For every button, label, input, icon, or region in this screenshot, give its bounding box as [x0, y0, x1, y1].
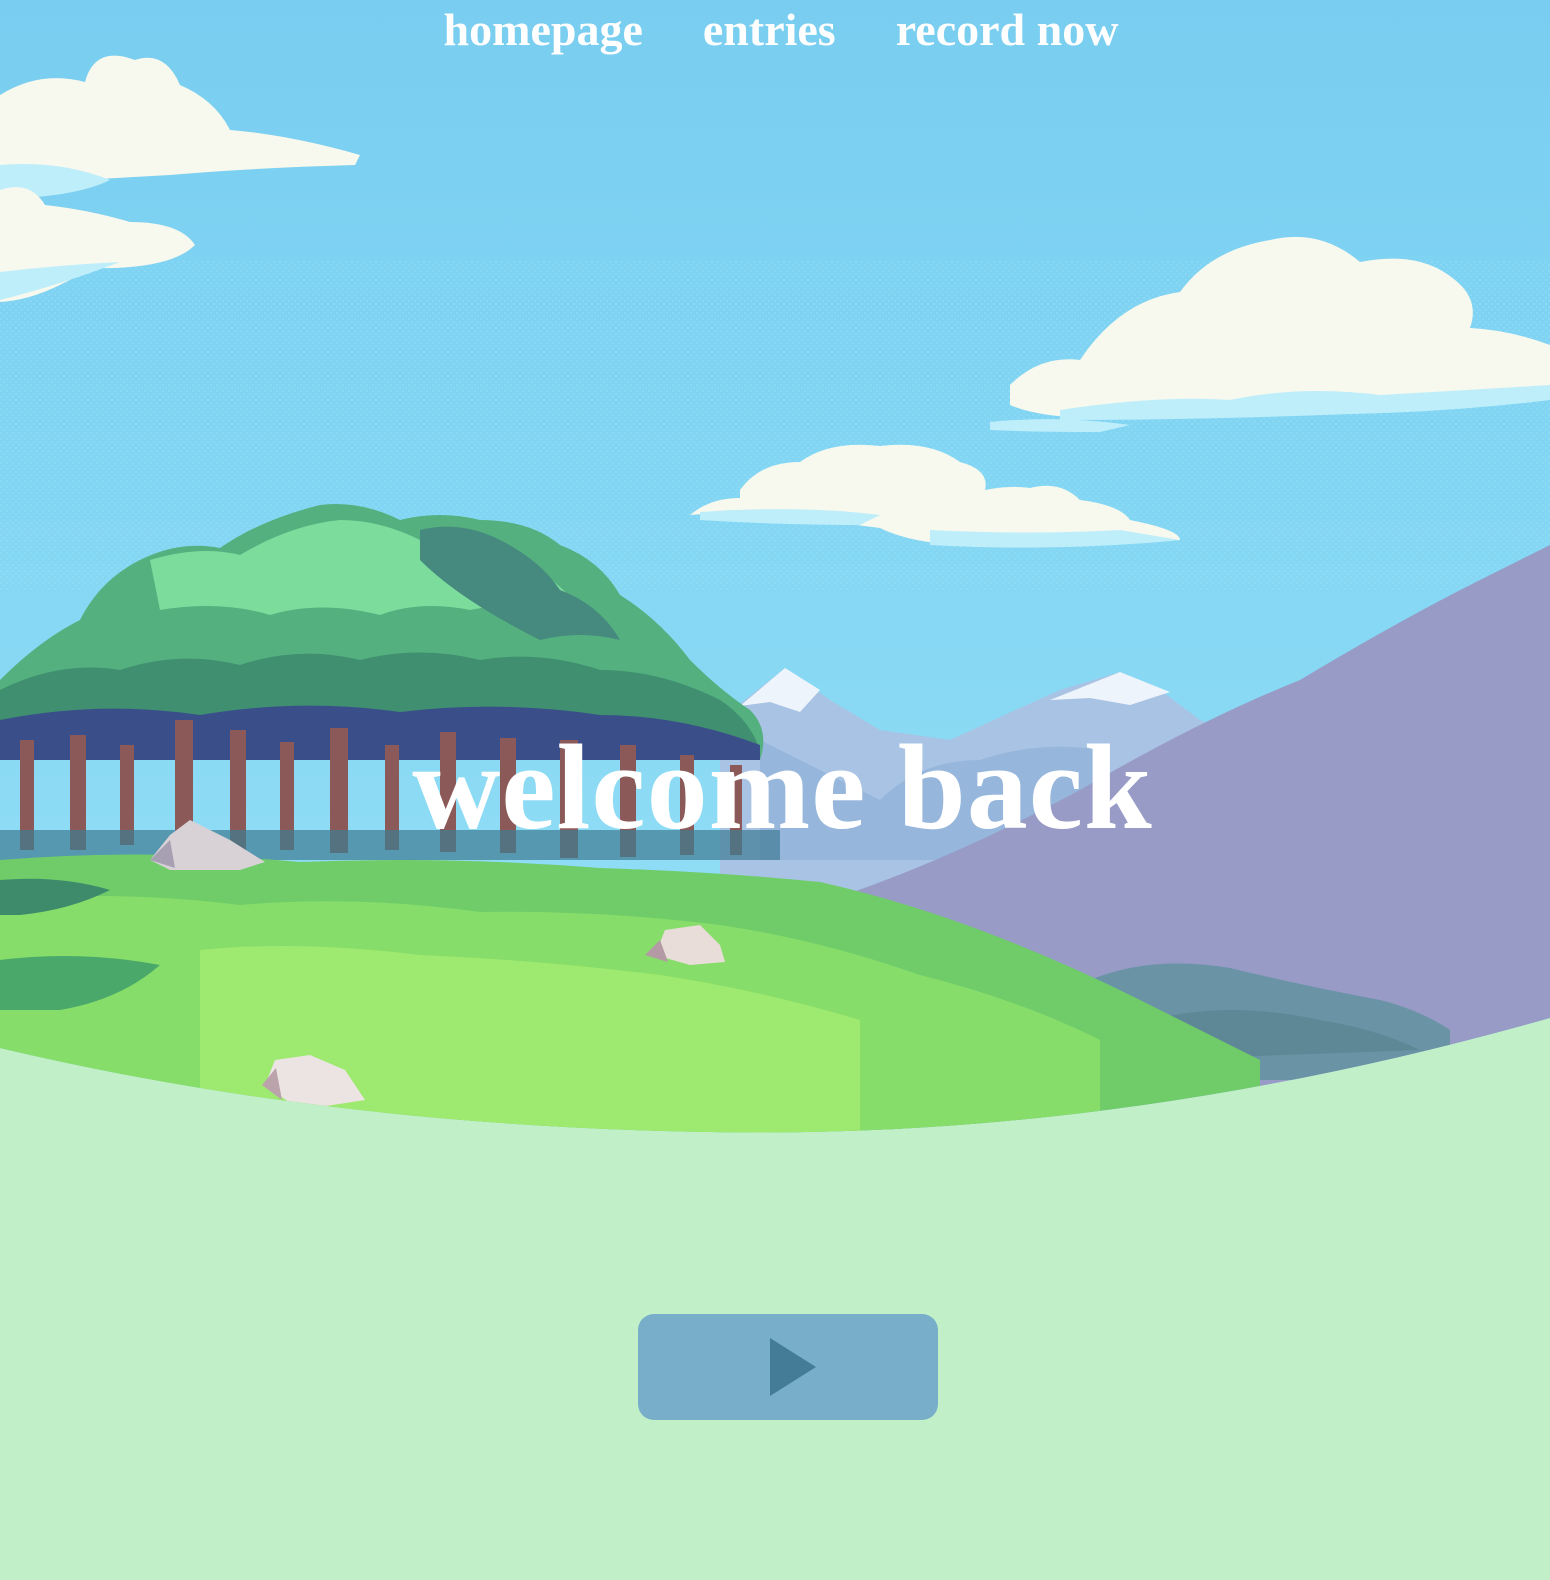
- nav-link-homepage[interactable]: homepage: [444, 0, 643, 60]
- nav-link-entries[interactable]: entries: [703, 0, 836, 60]
- landscape-illustration: [0, 0, 1550, 1133]
- hero-title: welcome back: [412, 720, 1153, 855]
- nav-link-record-now[interactable]: record now: [896, 0, 1119, 60]
- play-button[interactable]: [638, 1314, 938, 1420]
- play-icon: [770, 1338, 816, 1396]
- main-nav: homepage entries record now: [0, 0, 1550, 60]
